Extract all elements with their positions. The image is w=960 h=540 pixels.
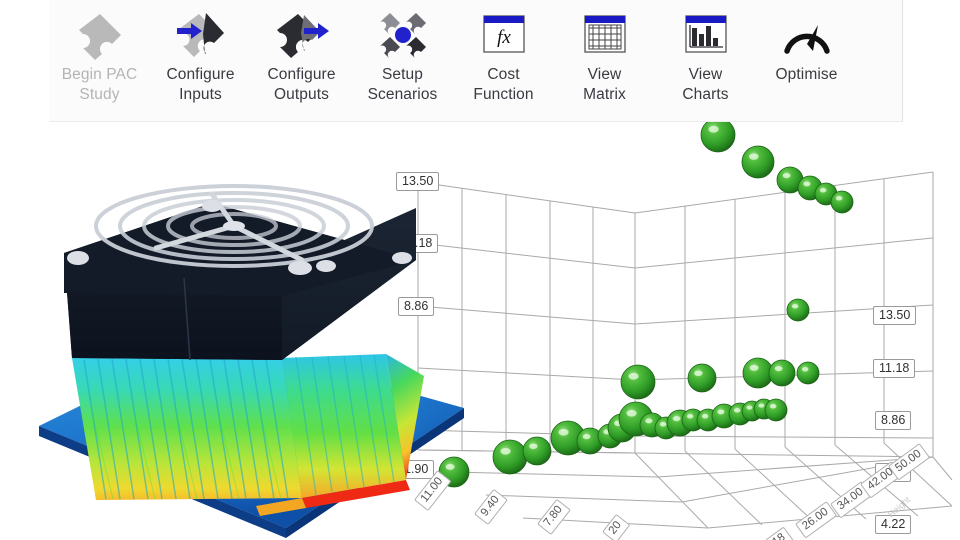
data-point-sphere[interactable]: [741, 145, 775, 179]
sphere-specular-highlight: [803, 181, 811, 187]
pac-3d-scatter-chart[interactable]: 13.50 11.18 8.86 1.90 13.50 11.18 8.86 6…: [390, 117, 960, 540]
heatsink-thermal-cfd-view[interactable]: [34, 108, 464, 540]
toolbar-label-configure-outputs: Configure Outputs: [267, 65, 335, 105]
pac-toolbar: Begin PAC Study Configure Inputs Configu…: [48, 0, 903, 122]
toolbar-label-optimise: Optimise: [776, 65, 838, 85]
puzzle-piece-icon: [70, 8, 130, 62]
sphere-specular-highlight: [500, 447, 511, 455]
sphere-specular-highlight: [749, 153, 759, 160]
sphere-specular-highlight: [694, 370, 703, 377]
sphere-specular-highlight: [686, 414, 694, 419]
label-line-1: Configure: [166, 66, 235, 83]
sphere-specular-highlight: [746, 405, 753, 410]
data-point-sphere[interactable]: [830, 190, 854, 214]
toolbar-label-setup-scenarios: Setup Scenarios: [368, 65, 438, 105]
table-grid-icon: [575, 8, 635, 62]
data-point-sphere[interactable]: [786, 298, 810, 322]
toolbar-button-view-matrix[interactable]: View Matrix: [554, 0, 655, 116]
label-line-1: View: [587, 66, 622, 83]
sphere-specular-highlight: [791, 304, 799, 309]
toolbar-button-configure-outputs[interactable]: Configure Outputs: [251, 0, 352, 116]
sphere-specular-highlight: [835, 196, 843, 201]
sphere-specular-highlight: [769, 404, 777, 409]
label-line-1: Configure: [267, 66, 336, 83]
sphere-specular-highlight: [758, 403, 765, 408]
sphere-specular-highlight: [801, 367, 809, 372]
data-point-sphere[interactable]: [687, 363, 717, 393]
label-line-2: Matrix: [583, 85, 626, 103]
sphere-specular-highlight: [582, 433, 591, 440]
toolbar-right-margin: [903, 0, 960, 122]
sphere-specular-highlight: [708, 125, 719, 133]
sphere-specular-highlight: [626, 409, 637, 417]
label-line-1: Cost: [487, 66, 520, 83]
toolbar-button-cost-function[interactable]: fx Cost Function: [453, 0, 554, 116]
cfd-heatsink-fins: [72, 354, 424, 516]
label-line-1: Optimise: [775, 66, 838, 83]
toolbar-button-setup-scenarios[interactable]: Setup Scenarios: [352, 0, 453, 116]
puzzle-cluster-icon: [373, 8, 433, 62]
sphere-specular-highlight: [717, 409, 725, 415]
label-line-1: Setup: [381, 66, 423, 83]
toolbar-button-begin-pac-study[interactable]: Begin PAC Study: [49, 0, 150, 116]
puzzle-arrow-in-icon: [171, 8, 231, 62]
sphere-specular-highlight: [558, 428, 569, 436]
bar-chart-window-icon: [676, 8, 736, 62]
data-point-sphere[interactable]: [620, 364, 656, 400]
data-point-sphere[interactable]: [492, 439, 528, 475]
data-point-sphere[interactable]: [768, 359, 796, 387]
label-line-2: Study: [79, 85, 120, 103]
cfd-canvas: [39, 184, 464, 538]
sphere-specular-highlight: [774, 365, 783, 372]
data-point-sphere[interactable]: [764, 398, 788, 422]
data-point-sphere[interactable]: [700, 117, 736, 153]
data-point-sphere[interactable]: [796, 361, 820, 385]
data-point-sphere[interactable]: [742, 357, 774, 389]
toolbar-label-configure-inputs: Configure Inputs: [166, 65, 234, 105]
sphere-specular-highlight: [628, 372, 639, 380]
sphere-specular-highlight: [672, 415, 681, 422]
sphere-specular-highlight: [659, 422, 667, 427]
cfd-fan-hub: [223, 221, 245, 231]
label-line-1: Begin PAC: [61, 66, 138, 83]
sphere-specular-highlight: [782, 172, 791, 179]
label-line-2: Charts: [682, 85, 729, 103]
svg-text:fx: fx: [497, 27, 511, 48]
toolbar-label-cost-function: Cost Function: [473, 65, 533, 105]
axis-label-z-right-886: 8.86: [875, 411, 912, 431]
axis-label-z-right-1350: 13.50: [873, 306, 917, 326]
toolbar-left-margin: [0, 0, 49, 122]
toolbar-label-view-matrix: View Matrix: [583, 65, 626, 105]
sphere-specular-highlight: [819, 188, 827, 193]
sphere-specular-highlight: [733, 408, 741, 413]
axis-label-z-right-1118: 11.18: [873, 359, 916, 379]
label-line-2: Outputs: [274, 85, 329, 103]
sphere-specular-highlight: [749, 364, 759, 371]
toolbar-button-configure-inputs[interactable]: Configure Inputs: [150, 0, 251, 116]
sphere-specular-highlight: [701, 414, 709, 419]
sphere-specular-highlight: [529, 443, 538, 450]
toolbar-button-view-charts[interactable]: View Charts: [655, 0, 756, 116]
data-point-sphere[interactable]: [522, 436, 552, 466]
toolbar-label-begin-pac-study: Begin PAC Study: [62, 65, 138, 105]
label-line-2: Function: [473, 85, 534, 103]
toolbar-button-optimise[interactable]: Optimise: [756, 0, 857, 116]
toolbar-label-view-charts: View Charts: [682, 65, 728, 105]
app-window: 13.50 11.18 8.86 1.90 13.50 11.18 8.86 6…: [0, 0, 960, 540]
gauge-icon: [777, 8, 837, 62]
label-line-2: Scenarios: [367, 85, 438, 103]
fx-window-icon: fx: [474, 8, 534, 62]
puzzle-arrow-out-icon: [272, 8, 332, 62]
label-line-2: Inputs: [179, 85, 222, 103]
sphere-specular-highlight: [645, 418, 653, 424]
label-line-1: View: [688, 66, 723, 83]
